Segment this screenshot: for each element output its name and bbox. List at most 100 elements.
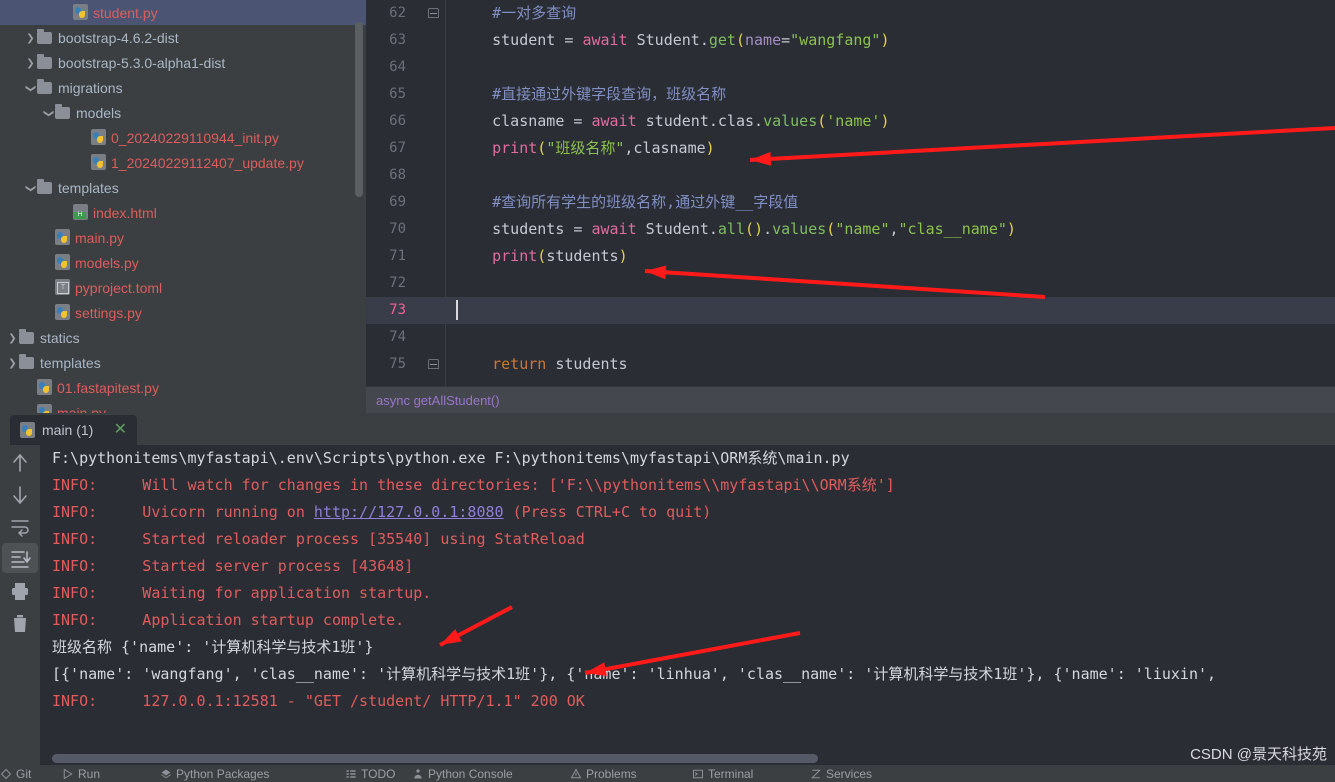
code-line-68[interactable]: 68 bbox=[366, 162, 1335, 189]
folder-icon bbox=[37, 29, 52, 44]
tree-item-main-py[interactable]: main.py bbox=[0, 225, 366, 250]
console-line-5: INFO: Waiting for application startup. bbox=[52, 584, 432, 602]
tree-item-label: settings.py bbox=[75, 304, 142, 321]
python-file-icon bbox=[73, 4, 88, 20]
tree-item-templates[interactable]: ❯ templates bbox=[0, 350, 366, 375]
tree-item-student-py[interactable]: student.py bbox=[0, 0, 366, 25]
code-line-75[interactable]: 75 return students bbox=[366, 351, 1335, 378]
console-horizontal-scrollbar[interactable] bbox=[40, 751, 1335, 765]
console-line-2: INFO: Uvicorn running on http://127.0.0.… bbox=[52, 503, 712, 521]
code-line-69[interactable]: 69 #查询所有学生的班级名称,通过外键__字段值 bbox=[366, 189, 1335, 216]
tree-item-label: 0_20240229110944_init.py bbox=[111, 129, 279, 146]
code-line-70[interactable]: 70 students = await Student.all().values… bbox=[366, 216, 1335, 243]
statusbar-terminal[interactable]: Terminal bbox=[692, 766, 753, 782]
python-file-icon bbox=[20, 422, 35, 438]
line-number: 67 bbox=[389, 140, 406, 156]
code-text: #一对多查询 bbox=[492, 4, 577, 22]
git-icon bbox=[0, 766, 12, 782]
statusbar-services[interactable]: Services bbox=[810, 766, 872, 782]
services-icon bbox=[810, 766, 822, 782]
chevron-right-icon[interactable]: ❯ bbox=[6, 326, 19, 351]
chevron-right-icon[interactable]: ❯ bbox=[24, 26, 37, 51]
tree-item-main-py[interactable]: main.py bbox=[0, 400, 366, 413]
soft-wrap-button[interactable] bbox=[2, 511, 38, 541]
down-arrow-button[interactable] bbox=[2, 479, 38, 509]
tree-item-models-py[interactable]: models.py bbox=[0, 250, 366, 275]
code-editor[interactable]: 62 #一对多查询 63 student = await Student.get(… bbox=[366, 0, 1335, 386]
folder-icon bbox=[37, 179, 52, 194]
console-line-9: INFO: 127.0.0.1:12581 - "GET /student/ H… bbox=[52, 692, 585, 710]
statusbar-label: Python Console bbox=[428, 767, 513, 781]
scrollbar-thumb[interactable] bbox=[52, 754, 818, 763]
run-toolbar[interactable] bbox=[0, 445, 40, 764]
statusbar-problems[interactable]: Problems bbox=[570, 766, 637, 782]
code-lines-container[interactable]: 62 #一对多查询 63 student = await Student.get(… bbox=[366, 0, 1335, 378]
python-file-icon bbox=[55, 254, 70, 270]
print-icon bbox=[12, 583, 28, 600]
tree-item-bootstrap-5-3-0-alpha1-dist[interactable]: ❯ bootstrap-5.3.0-alpha1-dist bbox=[0, 50, 366, 75]
trash-button[interactable] bbox=[2, 607, 38, 637]
code-line-64[interactable]: 64 bbox=[366, 54, 1335, 81]
chevron-right-icon[interactable]: ❯ bbox=[6, 351, 19, 376]
line-number: 65 bbox=[389, 86, 406, 102]
chevron-right-icon[interactable]: ❯ bbox=[24, 51, 37, 76]
code-line-63[interactable]: 63 student = await Student.get(name="wan… bbox=[366, 27, 1335, 54]
run-tab-strip[interactable]: main (1) ✕ bbox=[0, 413, 1335, 445]
tree-item-settings-py[interactable]: settings.py bbox=[0, 300, 366, 325]
print-button[interactable] bbox=[2, 575, 38, 605]
statusbar-label: Git bbox=[16, 767, 32, 781]
statusbar-todo[interactable]: TODO bbox=[345, 766, 395, 782]
code-line-62[interactable]: 62 #一对多查询 bbox=[366, 0, 1335, 27]
line-number: 68 bbox=[389, 167, 406, 183]
console-line-6: INFO: Application startup complete. bbox=[52, 611, 405, 629]
tree-scrollbar[interactable] bbox=[355, 22, 363, 197]
python-file-icon bbox=[55, 304, 70, 320]
code-text: print("班级名称",clasname) bbox=[492, 139, 715, 157]
fold-marker-icon[interactable] bbox=[428, 359, 439, 369]
code-line-73[interactable]: 73 bbox=[366, 297, 1335, 324]
statusbar-run[interactable]: Run bbox=[62, 766, 100, 782]
tree-item-01-fastapitest-py[interactable]: 01.fastapitest.py bbox=[0, 375, 366, 400]
tree-item-statics[interactable]: ❯ statics bbox=[0, 325, 366, 350]
fold-marker-icon[interactable] bbox=[428, 8, 439, 18]
breadcrumb[interactable]: async getAllStudent() bbox=[366, 386, 1335, 413]
console-line-8: [{'name': 'wangfang', 'clas__name': '计算机… bbox=[52, 665, 1217, 683]
python-file-icon bbox=[91, 129, 106, 145]
tree-item-label: migrations bbox=[58, 79, 123, 96]
console-output[interactable]: F:\pythonitems\myfastapi\.env\Scripts\py… bbox=[40, 445, 1335, 764]
close-icon[interactable]: ✕ bbox=[114, 415, 127, 445]
statusbar-python-console[interactable]: Python Console bbox=[412, 766, 513, 782]
folder-icon bbox=[37, 79, 52, 94]
tree-item-templates[interactable]: ❯ templates bbox=[0, 175, 366, 200]
code-line-74[interactable]: 74 bbox=[366, 324, 1335, 351]
code-line-66[interactable]: 66 clasname = await student.clas.values(… bbox=[366, 108, 1335, 135]
scroll-to-end-button[interactable] bbox=[2, 543, 38, 573]
code-line-72[interactable]: 72 bbox=[366, 270, 1335, 297]
tree-item-0-20240229110944-init-py[interactable]: 0_20240229110944_init.py bbox=[0, 125, 366, 150]
status-bar[interactable]: Git Run Python Packages TODO Python Console P… bbox=[0, 765, 1335, 782]
statusbar-git[interactable]: Git bbox=[0, 766, 31, 782]
statusbar-label: Python Packages bbox=[176, 767, 270, 781]
project-file-tree[interactable]: student.py ❯ bootstrap-4.6.2-dist ❯ bootstra… bbox=[0, 0, 366, 413]
rerun-up-button[interactable] bbox=[2, 447, 38, 477]
tree-item-pyproject-toml[interactable]: pyproject.toml bbox=[0, 275, 366, 300]
tree-item-bootstrap-4-6-2-dist[interactable]: ❯ bootstrap-4.6.2-dist bbox=[0, 25, 366, 50]
tree-item-index-html[interactable]: index.html bbox=[0, 200, 366, 225]
tree-item-label: statics bbox=[40, 329, 80, 346]
tree-item-label: pyproject.toml bbox=[75, 279, 163, 296]
line-number: 71 bbox=[389, 248, 406, 264]
statusbar-python-packages[interactable]: Python Packages bbox=[160, 766, 269, 782]
line-number: 73 bbox=[389, 302, 406, 318]
code-line-71[interactable]: 71 print(students) bbox=[366, 243, 1335, 270]
line-number: 62 bbox=[389, 5, 406, 21]
url-link[interactable]: http://127.0.0.1:8080 bbox=[314, 503, 504, 521]
tree-item-models[interactable]: ❯ models bbox=[0, 100, 366, 125]
run-tab-main[interactable]: main (1) ✕ bbox=[10, 415, 137, 445]
code-line-67[interactable]: 67 print("班级名称",clasname) bbox=[366, 135, 1335, 162]
tree-item-1-20240229112407-update-py[interactable]: 1_20240229112407_update.py bbox=[0, 150, 366, 175]
run-tool-window[interactable]: main (1) ✕ F:\pythonitems\myfastapi\.env… bbox=[0, 413, 1335, 782]
text-caret bbox=[456, 300, 458, 320]
tree-item-migrations[interactable]: ❯ migrations bbox=[0, 75, 366, 100]
code-line-65[interactable]: 65 #直接通过外键字段查询，班级名称 bbox=[366, 81, 1335, 108]
line-number: 70 bbox=[389, 221, 406, 237]
